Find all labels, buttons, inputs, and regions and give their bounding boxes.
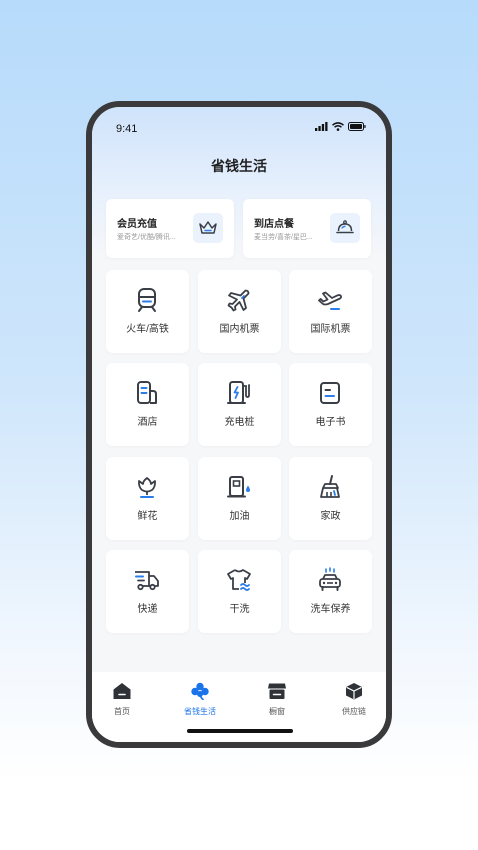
- crown-icon: [193, 213, 223, 243]
- delivery-truck-icon: [135, 571, 159, 591]
- promo-title: 到店点餐: [254, 219, 294, 230]
- promo-title: 会员充值: [117, 219, 157, 230]
- flower-icon: [138, 477, 156, 498]
- service-label: 加油: [229, 511, 250, 522]
- promo-card-dine-in[interactable]: 到店点餐 麦当劳/喜茶/星巴...: [243, 199, 371, 258]
- service-international-flight[interactable]: 国际机票: [289, 270, 372, 353]
- tab-label: 供应链: [342, 707, 366, 716]
- page-title: 省钱生活: [211, 158, 267, 174]
- wifi-icon: [332, 122, 344, 131]
- ebook-icon: [320, 382, 340, 404]
- service-label: 干洗: [229, 604, 250, 615]
- battery-icon: [348, 122, 366, 131]
- status-bar: 9:41: [92, 107, 386, 147]
- service-fuel[interactable]: 加油: [198, 457, 281, 540]
- service-label: 国内机票: [219, 324, 260, 335]
- phone-frame: 9:41 省钱生活 会员充值 爱奇艺/优酷/腾讯... 到店点餐 麦当劳/喜茶/…: [86, 101, 392, 748]
- service-charging[interactable]: 充电桩: [198, 363, 281, 446]
- tab-supply-chain[interactable]: 供应链: [324, 682, 384, 717]
- promo-card-membership[interactable]: 会员充值 爱奇艺/优酷/腾讯...: [106, 199, 234, 258]
- service-train[interactable]: 火车/高铁: [106, 270, 189, 353]
- service-label: 充电桩: [224, 417, 255, 428]
- service-label: 洗车保养: [310, 604, 351, 615]
- airplane-icon: [227, 289, 250, 312]
- status-time: 9:41: [116, 123, 138, 135]
- service-label: 鲜花: [137, 511, 158, 522]
- service-label: 电子书: [315, 417, 346, 428]
- app-screen: 9:41 省钱生活 会员充值 爱奇艺/优酷/腾讯... 到店点餐 麦当劳/喜茶/…: [92, 107, 386, 742]
- tab-label: 首页: [114, 707, 130, 716]
- tab-showcase[interactable]: 橱窗: [247, 682, 307, 717]
- service-housekeeping[interactable]: 家政: [289, 457, 372, 540]
- promo-subtitle: 爱奇艺/优酷/腾讯...: [117, 234, 176, 241]
- service-express[interactable]: 快递: [106, 550, 189, 633]
- home-indicator[interactable]: [187, 729, 293, 733]
- service-hotel[interactable]: 酒店: [106, 363, 189, 446]
- service-label: 国际机票: [310, 324, 351, 335]
- service-label: 快递: [137, 604, 158, 615]
- train-icon: [138, 288, 156, 312]
- airplane-takeoff-icon: [318, 291, 343, 310]
- tab-label: 省钱生活: [184, 707, 216, 716]
- box-icon: [346, 683, 362, 700]
- tab-saving-life[interactable]: 省钱生活: [170, 682, 230, 717]
- status-icons: [315, 122, 366, 131]
- promo-subtitle: 麦当劳/喜茶/星巴...: [254, 234, 313, 241]
- service-label: 酒店: [137, 417, 158, 428]
- signal-icon: [315, 122, 328, 131]
- service-domestic-flight[interactable]: 国内机票: [198, 270, 281, 353]
- tab-label: 橱窗: [269, 707, 285, 716]
- store-icon: [268, 683, 286, 699]
- service-label: 火车/高铁: [126, 324, 169, 335]
- dry-cleaning-icon: [227, 569, 251, 591]
- food-cloche-icon: [330, 213, 360, 243]
- service-ebook[interactable]: 电子书: [289, 363, 372, 446]
- fuel-pump-icon: [227, 476, 250, 498]
- hotel-icon: [137, 381, 157, 404]
- clover-icon: [191, 682, 209, 701]
- tab-bar: 首页 省钱生活 橱窗 供应链: [92, 672, 386, 742]
- car-wash-icon: [319, 567, 341, 591]
- service-flowers[interactable]: 鲜花: [106, 457, 189, 540]
- home-icon: [113, 683, 131, 699]
- charging-station-icon: [227, 381, 250, 404]
- broom-icon: [320, 475, 340, 498]
- service-car-wash[interactable]: 洗车保养: [289, 550, 372, 633]
- tab-home[interactable]: 首页: [92, 682, 152, 717]
- service-label: 家政: [320, 511, 341, 522]
- service-dry-cleaning[interactable]: 干洗: [198, 550, 281, 633]
